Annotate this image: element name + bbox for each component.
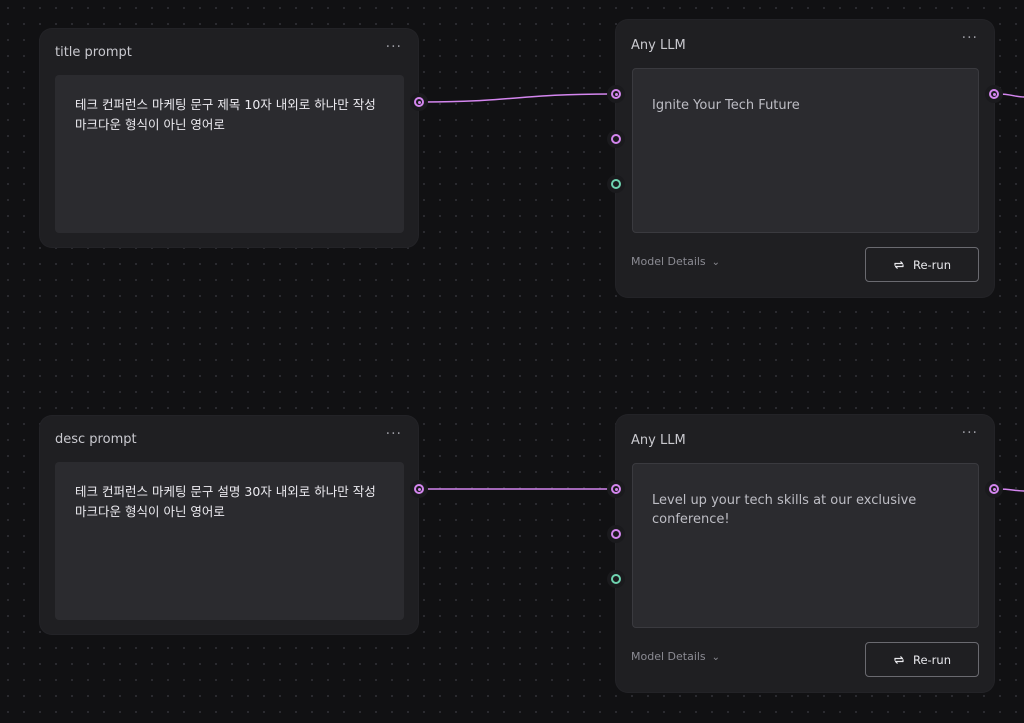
title-prompt-output-port[interactable] — [414, 97, 424, 107]
rerun-button[interactable]: Re-run — [865, 247, 979, 282]
node-title: Any LLM — [631, 38, 686, 53]
more-icon[interactable]: ··· — [386, 39, 402, 55]
rerun-button[interactable]: Re-run — [865, 642, 979, 677]
llm-output-box: Level up your tech skills at our exclusi… — [632, 463, 979, 628]
edge-llm1-output — [998, 93, 1024, 98]
llm-node-1[interactable]: Any LLM ··· Ignite Your Tech Future Mode… — [616, 20, 994, 297]
node-title: Any LLM — [631, 433, 686, 448]
edge-llm2-output — [998, 488, 1024, 492]
workflow-canvas[interactable]: title prompt ··· 테크 컨퍼런스 마케팅 문구 제목 10자 내… — [0, 0, 1024, 723]
model-details-label: Model Details — [631, 255, 706, 268]
chevron-down-icon: ⌄ — [711, 652, 721, 663]
chevron-down-icon: ⌄ — [711, 257, 721, 268]
llm2-config-input-port[interactable] — [611, 574, 621, 584]
desc-prompt-node[interactable]: desc prompt ··· 테크 컨퍼런스 마케팅 문구 설명 30자 내외… — [40, 416, 418, 634]
more-icon[interactable]: ··· — [386, 426, 402, 442]
llm2-prompt-input-port[interactable] — [611, 484, 621, 494]
node-title: desc prompt — [55, 432, 137, 447]
model-details-label: Model Details — [631, 650, 706, 663]
edge-title-to-llm1 — [423, 93, 612, 103]
model-details-toggle[interactable]: Model Details ⌄ — [631, 650, 720, 663]
model-details-toggle[interactable]: Model Details ⌄ — [631, 255, 720, 268]
llm1-prompt-input-port[interactable] — [611, 89, 621, 99]
desc-prompt-output-port[interactable] — [414, 484, 424, 494]
refresh-icon — [894, 260, 904, 269]
llm1-output-port[interactable] — [989, 89, 999, 99]
rerun-label: Re-run — [912, 257, 951, 272]
llm1-config-input-port[interactable] — [611, 179, 621, 189]
node-title: title prompt — [55, 45, 132, 60]
llm1-system-input-port[interactable] — [611, 134, 621, 144]
llm2-output-port[interactable] — [989, 484, 999, 494]
title-prompt-node[interactable]: title prompt ··· 테크 컨퍼런스 마케팅 문구 제목 10자 내… — [40, 29, 418, 247]
prompt-textarea[interactable]: 테크 컨퍼런스 마케팅 문구 제목 10자 내외로 하나만 작성 마크다운 형식… — [55, 75, 404, 233]
prompt-textarea[interactable]: 테크 컨퍼런스 마케팅 문구 설명 30자 내외로 하나만 작성 마크다운 형식… — [55, 462, 404, 620]
more-icon[interactable]: ··· — [962, 30, 978, 46]
more-icon[interactable]: ··· — [962, 425, 978, 441]
rerun-label: Re-run — [912, 652, 951, 667]
refresh-icon — [894, 655, 904, 664]
llm2-system-input-port[interactable] — [611, 529, 621, 539]
llm-node-2[interactable]: Any LLM ··· Level up your tech skills at… — [616, 415, 994, 692]
llm-output-box: Ignite Your Tech Future — [632, 68, 979, 233]
